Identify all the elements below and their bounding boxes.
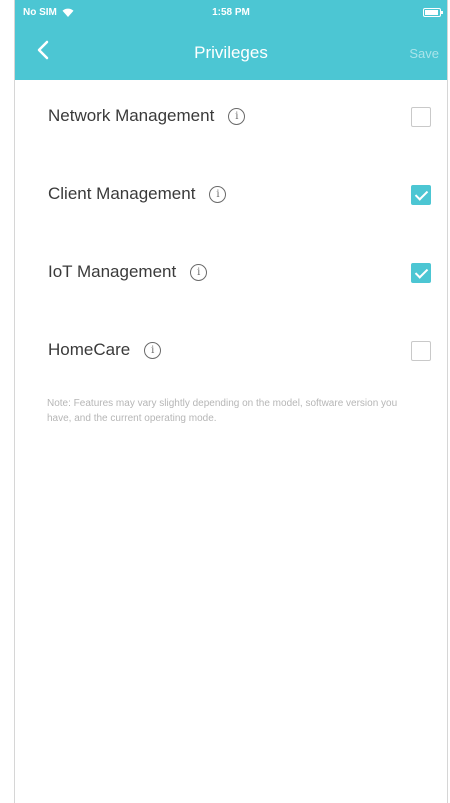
battery-icon <box>423 8 443 17</box>
checkbox-homecare[interactable] <box>411 341 431 361</box>
right-border <box>447 0 448 803</box>
privilege-row-iot-management: IoT Management i <box>15 236 447 314</box>
privilege-label-wrap: Client Management i <box>48 184 227 204</box>
nav-bar: Privileges Save <box>15 22 447 80</box>
privileges-screen: No SIM 1:58 PM Privileges Save Network M… <box>0 0 450 803</box>
privilege-row-homecare: HomeCare i <box>15 314 447 392</box>
status-time: 1:58 PM <box>212 7 250 18</box>
features-note: Note: Features may vary slightly dependi… <box>47 398 398 424</box>
checkbox-client-management[interactable] <box>411 185 431 205</box>
checkbox-iot-management[interactable] <box>411 263 431 283</box>
privilege-label: Network Management <box>48 106 215 125</box>
privilege-label-wrap: HomeCare i <box>48 340 162 360</box>
info-icon[interactable]: i <box>190 263 208 281</box>
save-button[interactable]: Save <box>409 46 439 61</box>
privilege-row-network-management: Network Management i <box>15 80 447 158</box>
checkbox-network-management[interactable] <box>411 107 431 127</box>
privilege-label: Client Management <box>48 184 196 203</box>
info-icon[interactable]: i <box>228 107 246 125</box>
info-icon[interactable]: i <box>144 341 162 359</box>
info-icon[interactable]: i <box>209 185 227 203</box>
privilege-list: Network Management i Client Management i… <box>15 80 447 392</box>
privilege-label: HomeCare <box>48 340 131 359</box>
privilege-label: IoT Management <box>48 262 177 281</box>
privilege-label-wrap: IoT Management i <box>48 262 208 282</box>
privilege-label-wrap: Network Management i <box>48 106 246 126</box>
battery-level <box>425 10 438 15</box>
status-bar: No SIM 1:58 PM <box>15 0 447 22</box>
privilege-row-client-management: Client Management i <box>15 158 447 236</box>
page-title: Privileges <box>194 43 268 62</box>
header-bar: No SIM 1:58 PM Privileges Save <box>15 0 447 80</box>
